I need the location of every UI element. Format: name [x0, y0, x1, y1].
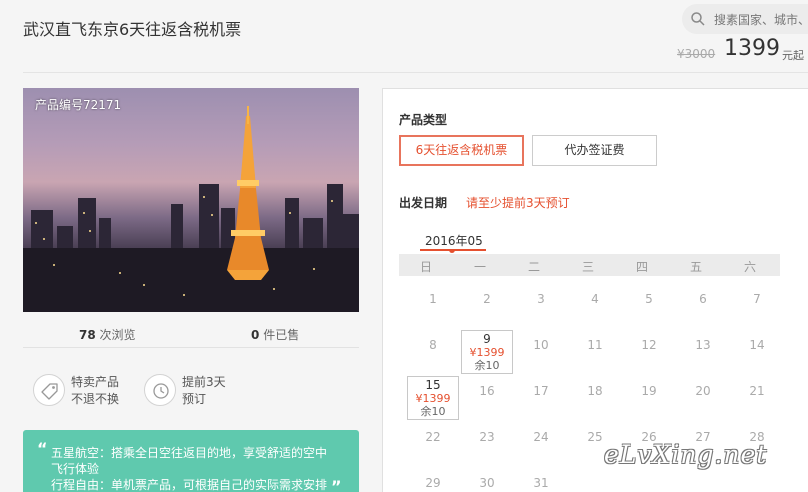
month-indicator [449, 249, 455, 253]
day-remain: 余10 [420, 405, 446, 418]
calendar-month[interactable]: 2016年05 [425, 232, 483, 249]
day-price: ¥1399 [415, 392, 451, 405]
calendar-day: 12 [641, 338, 657, 352]
header-divider [23, 72, 808, 73]
product-type-label: 产品类型 [399, 113, 448, 127]
day-remain: 余10 [474, 359, 500, 372]
calendar-day: 16 [479, 384, 495, 398]
booking-notice: 请至少提前3天预订 [466, 196, 570, 210]
feature-line: 提前3天 [182, 375, 226, 389]
calendar-day: 1 [429, 292, 437, 306]
feature-text: 特卖产品 不退不换 [71, 374, 119, 408]
views-label: 次浏览 [99, 328, 136, 342]
calendar-day: 22 [425, 430, 441, 444]
product-stats: 78 次浏览 0 件已售 [23, 312, 359, 348]
day-day: 9 [483, 332, 491, 346]
calendar-day: 31 [533, 476, 549, 490]
calendar-day: 18 [587, 384, 603, 398]
search-box[interactable]: 搜素国家、城市、 [682, 4, 808, 34]
calendar-day: 7 [753, 292, 761, 306]
calendar-day: 21 [749, 384, 765, 398]
weekday-header: 日一二三四五六 [399, 254, 780, 276]
calendar-day: 23 [479, 430, 495, 444]
sale-price: 1399 [724, 36, 780, 61]
option-roundtrip-ticket[interactable]: 6天往返含税机票 [399, 135, 524, 166]
calendar-day-available[interactable]: 15 ¥1399 余10 [407, 376, 459, 420]
day-day: 15 [425, 378, 441, 392]
tag-icon-circle [33, 374, 65, 406]
calendar-day: 19 [641, 384, 657, 398]
calendar-day: 6 [699, 292, 707, 306]
calendar-day: 11 [587, 338, 603, 352]
tag-icon [41, 383, 58, 400]
close-quote-icon: ” [331, 477, 342, 492]
weekday-label: 一 [473, 260, 486, 274]
day-price: ¥1399 [469, 346, 505, 359]
promo-line: 行程自由：单机票产品，可根据自己的实际需求安排 [51, 478, 328, 492]
calendar-day: 8 [429, 338, 437, 352]
departure-date-label: 出发日期 [399, 196, 448, 210]
calendar-day: 29 [425, 476, 441, 490]
search-placeholder[interactable]: 搜素国家、城市、 [714, 11, 808, 28]
weekday-label: 三 [581, 260, 594, 274]
calendar-day: 13 [695, 338, 711, 352]
sold-count: 0 [251, 328, 260, 342]
calendar-day-available[interactable]: 9 ¥1399 余10 [461, 330, 513, 374]
weekday-label: 五 [689, 260, 702, 274]
page-title: 武汉直飞东京6天往返含税机票 [23, 20, 242, 39]
price-suffix: 元起 [782, 49, 804, 62]
calendar-day: 10 [533, 338, 549, 352]
page-header: 武汉直飞东京6天往返含税机票 搜素国家、城市、 ¥3000 1399 元起 [0, 0, 808, 72]
promo-line: 飞行体验 [51, 462, 100, 476]
product-photo: 产品编号72171 [23, 88, 359, 312]
calendar-day: 3 [537, 292, 545, 306]
feature-line: 预订 [182, 392, 207, 406]
sold-label: 件已售 [263, 328, 300, 342]
calendar-day: 17 [533, 384, 549, 398]
weekday-label: 四 [635, 260, 648, 274]
calendar-day: 4 [591, 292, 599, 306]
promo-line: 五星航空：搭乘全日空往返目的地，享受舒适的空中 [51, 446, 328, 460]
weekday-label: 二 [527, 260, 540, 274]
weekday-label: 日 [419, 260, 432, 274]
feature-text: 提前3天 预订 [182, 374, 226, 408]
promo-box: “ 五星航空：搭乘全日空往返目的地，享受舒适的空中 飞行体验 行程自由：单机票产… [23, 430, 359, 492]
search-icon [691, 12, 705, 26]
calendar-day: 20 [695, 384, 711, 398]
option-visa-fee[interactable]: 代办签证费 [532, 135, 657, 166]
clock-icon [153, 383, 169, 399]
tokyo-tower-illustration [23, 106, 359, 312]
feature-line: 特卖产品 [71, 375, 120, 389]
calendar-day: 24 [533, 430, 549, 444]
product-code: 产品编号72171 [35, 98, 122, 112]
calendar-day: 2 [483, 292, 491, 306]
original-price: ¥3000 [677, 47, 716, 61]
sold-stat: 0 件已售 [251, 326, 299, 343]
watermark: eLvXing.net [604, 440, 768, 469]
views-stat: 78 次浏览 [79, 326, 136, 343]
clock-icon-circle [144, 374, 176, 406]
calendar-day: 5 [645, 292, 653, 306]
booking-panel: 产品类型 6天往返含税机票 代办签证费 出发日期 请至少提前3天预订 2016年… [382, 88, 808, 492]
views-count: 78 [79, 328, 96, 342]
weekday-label: 六 [743, 260, 756, 274]
calendar-day: 14 [749, 338, 765, 352]
feature-line: 不退不换 [71, 392, 120, 406]
calendar-day: 30 [479, 476, 495, 490]
open-quote-icon: “ [37, 439, 48, 458]
